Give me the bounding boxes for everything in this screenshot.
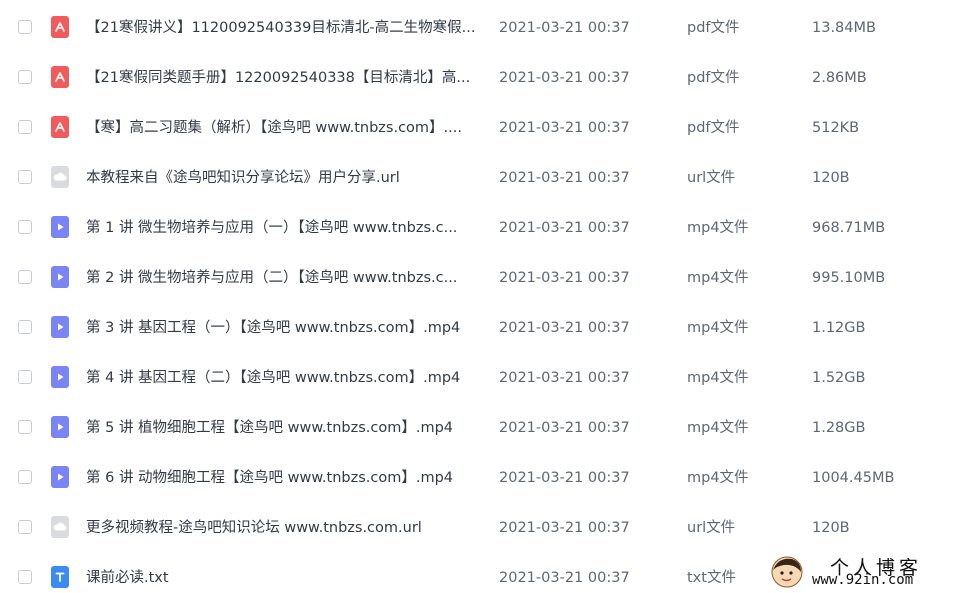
row-checkbox[interactable] bbox=[18, 20, 32, 34]
file-size: 120B bbox=[812, 170, 850, 186]
file-row[interactable]: 本教程来自《途鸟吧知识分享论坛》用户分享.url 2021-03-21 00:3… bbox=[0, 152, 962, 202]
modified-date: 2021-03-21 00:37 bbox=[499, 70, 630, 86]
pdf-icon bbox=[51, 116, 69, 138]
file-type: url文件 bbox=[687, 520, 736, 536]
file-name[interactable]: 第 4 讲 基因工程（二）【途鸟吧 www.tnbzs.com】.mp4 bbox=[86, 368, 478, 388]
row-checkbox[interactable] bbox=[18, 220, 32, 234]
text-file-icon bbox=[51, 566, 69, 588]
file-type: mp4文件 bbox=[687, 370, 749, 386]
modified-date: 2021-03-21 00:37 bbox=[499, 470, 630, 486]
file-size: 1.28GB bbox=[812, 420, 866, 436]
file-name[interactable]: 第 2 讲 微生物培养与应用（二）【途鸟吧 www.tnbzs.c... bbox=[86, 268, 478, 288]
file-type: mp4文件 bbox=[687, 220, 749, 236]
file-row[interactable]: 第 2 讲 微生物培养与应用（二）【途鸟吧 www.tnbzs.c... 202… bbox=[0, 252, 962, 302]
video-icon bbox=[51, 216, 69, 238]
file-row[interactable]: 更多视频教程-途鸟吧知识论坛 www.tnbzs.com.url 2021-03… bbox=[0, 502, 962, 552]
modified-date: 2021-03-21 00:37 bbox=[499, 120, 630, 136]
file-row[interactable]: 第 5 讲 植物细胞工程【途鸟吧 www.tnbzs.com】.mp4 2021… bbox=[0, 402, 962, 452]
video-icon bbox=[51, 416, 69, 438]
file-type: mp4文件 bbox=[687, 420, 749, 436]
file-row[interactable]: 第 3 讲 基因工程（一）【途鸟吧 www.tnbzs.com】.mp4 202… bbox=[0, 302, 962, 352]
file-type: mp4文件 bbox=[687, 270, 749, 286]
file-size: 13.84MB bbox=[812, 20, 876, 36]
row-checkbox[interactable] bbox=[18, 420, 32, 434]
file-name[interactable]: 课前必读.txt bbox=[86, 568, 478, 588]
watermark: 个人博客 www.92in.com bbox=[764, 553, 962, 593]
file-name[interactable]: 第 5 讲 植物细胞工程【途鸟吧 www.tnbzs.com】.mp4 bbox=[86, 418, 478, 438]
file-type: pdf文件 bbox=[687, 20, 740, 36]
file-row[interactable]: 【寒】高二习题集（解析）【途鸟吧 www.tnbzs.com】.... 2021… bbox=[0, 102, 962, 152]
modified-date: 2021-03-21 00:37 bbox=[499, 320, 630, 336]
video-icon bbox=[51, 366, 69, 388]
file-type: mp4文件 bbox=[687, 320, 749, 336]
file-row[interactable]: 第 6 讲 动物细胞工程【途鸟吧 www.tnbzs.com】.mp4 2021… bbox=[0, 452, 962, 502]
file-row[interactable]: 第 1 讲 微生物培养与应用（一）【途鸟吧 www.tnbzs.c... 202… bbox=[0, 202, 962, 252]
file-row[interactable]: 【21寒假同类题手册】1220092540338【目标清北】高... 2021-… bbox=[0, 52, 962, 102]
row-checkbox[interactable] bbox=[18, 570, 32, 584]
file-type: pdf文件 bbox=[687, 120, 740, 136]
file-size: 2.86MB bbox=[812, 70, 867, 86]
modified-date: 2021-03-21 00:37 bbox=[499, 170, 630, 186]
file-list: 【21寒假讲义】1120092540339目标清北-高二生物寒假... 2021… bbox=[0, 0, 962, 593]
file-row[interactable]: 【21寒假讲义】1120092540339目标清北-高二生物寒假... 2021… bbox=[0, 2, 962, 52]
row-checkbox[interactable] bbox=[18, 120, 32, 134]
row-checkbox[interactable] bbox=[18, 70, 32, 84]
cloud-link-icon bbox=[51, 516, 69, 538]
file-name[interactable]: 【21寒假讲义】1120092540339目标清北-高二生物寒假... bbox=[86, 18, 478, 38]
row-checkbox[interactable] bbox=[18, 520, 32, 534]
modified-date: 2021-03-21 00:37 bbox=[499, 270, 630, 286]
modified-date: 2021-03-21 00:37 bbox=[499, 20, 630, 36]
file-size: 1004.45MB bbox=[812, 470, 895, 486]
file-size: 512KB bbox=[812, 120, 860, 136]
modified-date: 2021-03-21 00:37 bbox=[499, 570, 630, 586]
modified-date: 2021-03-21 00:37 bbox=[499, 220, 630, 236]
file-type: url文件 bbox=[687, 170, 736, 186]
video-icon bbox=[51, 266, 69, 288]
watermark-url: www.92in.com bbox=[812, 572, 914, 588]
file-name[interactable]: 第 6 讲 动物细胞工程【途鸟吧 www.tnbzs.com】.mp4 bbox=[86, 468, 478, 488]
modified-date: 2021-03-21 00:37 bbox=[499, 370, 630, 386]
file-name[interactable]: 第 3 讲 基因工程（一）【途鸟吧 www.tnbzs.com】.mp4 bbox=[86, 318, 478, 338]
row-checkbox[interactable] bbox=[18, 470, 32, 484]
file-type: txt文件 bbox=[687, 570, 736, 586]
file-type: pdf文件 bbox=[687, 70, 740, 86]
file-size: 995.10MB bbox=[812, 270, 886, 286]
file-name[interactable]: 更多视频教程-途鸟吧知识论坛 www.tnbzs.com.url bbox=[86, 518, 478, 538]
row-checkbox[interactable] bbox=[18, 170, 32, 184]
modified-date: 2021-03-21 00:37 bbox=[499, 520, 630, 536]
file-name[interactable]: 第 1 讲 微生物培养与应用（一）【途鸟吧 www.tnbzs.c... bbox=[86, 218, 478, 238]
row-checkbox[interactable] bbox=[18, 370, 32, 384]
file-name[interactable]: 【21寒假同类题手册】1220092540338【目标清北】高... bbox=[86, 68, 478, 88]
video-icon bbox=[51, 466, 69, 488]
video-icon bbox=[51, 316, 69, 338]
file-name[interactable]: 本教程来自《途鸟吧知识分享论坛》用户分享.url bbox=[86, 168, 478, 188]
file-size: 968.71MB bbox=[812, 220, 886, 236]
pdf-icon bbox=[51, 66, 69, 88]
file-size: 1.12GB bbox=[812, 320, 866, 336]
pdf-icon bbox=[51, 16, 69, 38]
avatar-icon bbox=[771, 556, 803, 588]
file-row[interactable]: 第 4 讲 基因工程（二）【途鸟吧 www.tnbzs.com】.mp4 202… bbox=[0, 352, 962, 402]
file-type: mp4文件 bbox=[687, 470, 749, 486]
file-name[interactable]: 【寒】高二习题集（解析）【途鸟吧 www.tnbzs.com】.... bbox=[86, 118, 478, 138]
row-checkbox[interactable] bbox=[18, 320, 32, 334]
row-checkbox[interactable] bbox=[18, 270, 32, 284]
cloud-link-icon bbox=[51, 166, 69, 188]
file-size: 120B bbox=[812, 520, 850, 536]
modified-date: 2021-03-21 00:37 bbox=[499, 420, 630, 436]
file-size: 1.52GB bbox=[812, 370, 866, 386]
